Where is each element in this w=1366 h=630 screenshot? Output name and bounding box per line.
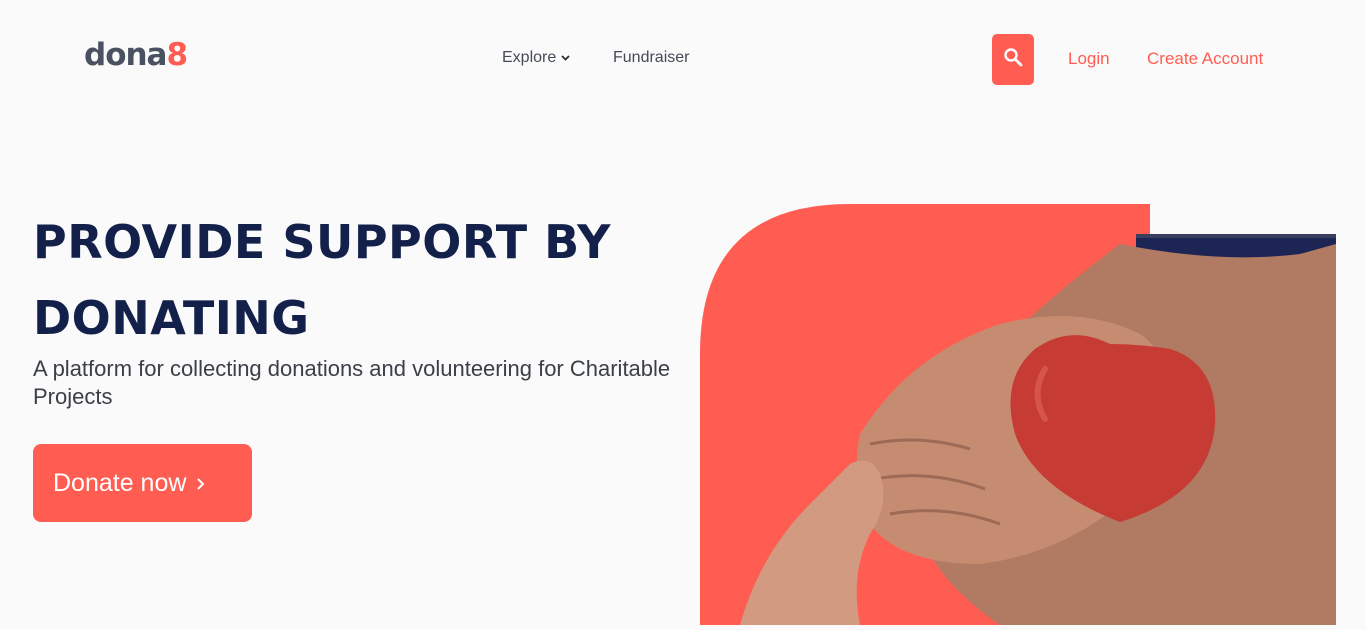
logo-accent-digit: 8 <box>166 37 189 73</box>
nav-explore-label: Explore <box>502 49 557 66</box>
hero-subtitle: A platform for collecting donations and … <box>33 356 671 409</box>
logo-wordmark: dona <box>84 37 167 73</box>
create-account-link[interactable]: Create Account <box>1147 49 1263 69</box>
hands-holding-heart-illustration <box>700 204 1336 625</box>
search-button[interactable] <box>992 34 1034 85</box>
chevron-down-icon <box>560 53 570 63</box>
login-link[interactable]: Login <box>1068 49 1110 69</box>
hero-title: PROVIDE SUPPORT BY DONATING <box>33 215 611 345</box>
donate-now-label: Donate now <box>53 468 187 497</box>
chevron-right-icon <box>196 469 206 498</box>
search-icon <box>1003 47 1023 72</box>
nav-fundraiser[interactable]: Fundraiser <box>613 49 689 67</box>
nav-explore[interactable]: Explore <box>502 49 570 67</box>
donate-now-button[interactable]: Donate now <box>33 444 252 522</box>
nav-fundraiser-label: Fundraiser <box>613 49 690 66</box>
logo[interactable]: dona 8 <box>84 40 188 71</box>
hero-image <box>700 204 1336 625</box>
